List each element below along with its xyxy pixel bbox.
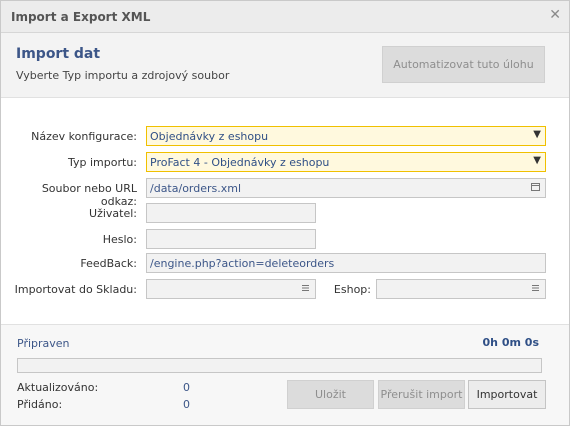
import-type-label: Typ importu: (68, 156, 137, 169)
stop-import-button[interactable]: Přerušit import (378, 380, 465, 409)
import-type-select[interactable]: ProFact 4 - Objednávky z eshopu ▼ (146, 152, 546, 172)
source-label: Soubor nebo URL odkaz: (41, 182, 137, 208)
config-value: Objednávky z eshopu (150, 130, 269, 143)
added-count: 0 (183, 398, 190, 411)
feedback-input[interactable]: /engine.php?action=deleteorders (146, 253, 546, 273)
config-label: Název konfigurace: (31, 130, 137, 143)
window-title: Import a Export XML (11, 10, 151, 24)
warehouse-field[interactable] (146, 279, 316, 299)
eshop-label: Eshop: (333, 283, 371, 296)
user-input[interactable] (146, 203, 316, 223)
list-icon[interactable] (531, 284, 540, 292)
warehouse-label: Importovat do Skladu: (14, 283, 137, 296)
dialog-footer: Připraven 0h 0m 0s Aktualizováno: 0 Přid… (1, 325, 569, 425)
eshop-field[interactable] (376, 279, 546, 299)
import-export-dialog: Import a Export XML ✕ Import dat Vyberte… (0, 0, 570, 426)
save-button[interactable]: Uložit (287, 380, 374, 409)
feedback-label: FeedBack: (80, 257, 137, 270)
password-label: Heslo: (102, 233, 137, 246)
title-bar[interactable]: Import a Export XML ✕ (1, 1, 569, 33)
import-button[interactable]: Importovat (468, 380, 546, 409)
source-field[interactable]: /data/orders.xml (146, 178, 546, 198)
updated-label: Aktualizováno: (17, 381, 99, 394)
progress-bar (17, 358, 542, 373)
source-value: /data/orders.xml (150, 182, 242, 195)
config-select[interactable]: Objednávky z eshopu ▼ (146, 126, 546, 146)
automate-task-button[interactable]: Automatizovat tuto úlohu (382, 46, 545, 83)
list-icon[interactable] (301, 284, 310, 292)
status-text: Připraven (17, 337, 70, 350)
elapsed-timer: 0h 0m 0s (482, 336, 539, 349)
password-input[interactable] (146, 229, 316, 249)
chevron-down-icon[interactable]: ▼ (533, 129, 541, 140)
dialog-header: Import dat Vyberte Typ importu a zdrojov… (1, 33, 569, 98)
feedback-value: /engine.php?action=deleteorders (150, 257, 335, 270)
user-label: Uživatel: (89, 207, 137, 220)
header-title: Import dat (16, 46, 101, 62)
added-label: Přidáno: (17, 398, 63, 411)
calendar-icon[interactable] (531, 183, 540, 191)
close-icon[interactable]: ✕ (549, 7, 561, 23)
updated-count: 0 (183, 381, 190, 394)
header-subtitle: Vyberte Typ importu a zdrojový soubor (16, 69, 230, 82)
chevron-down-icon[interactable]: ▼ (533, 155, 541, 166)
import-type-value: ProFact 4 - Objednávky z eshopu (150, 156, 330, 169)
